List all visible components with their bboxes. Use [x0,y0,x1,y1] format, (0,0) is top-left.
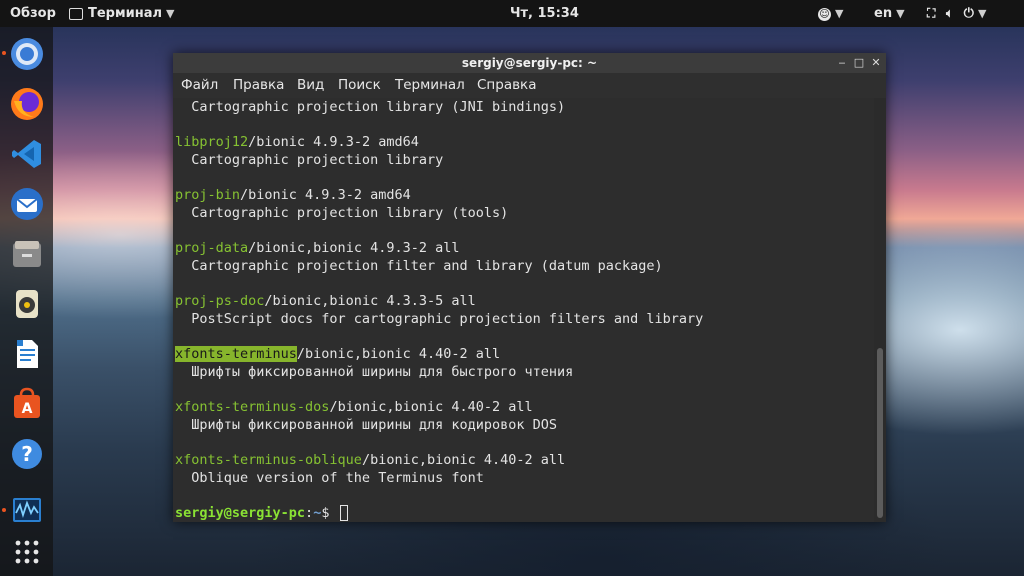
chevron-down-icon: ▼ [835,7,844,20]
menu-edit[interactable]: Правка [233,77,284,94]
writer-icon[interactable] [8,335,46,373]
output-line: Cartographic projection filter and libra… [175,258,663,274]
output-line: PostScript docs for cartographic project… [175,311,704,327]
firefox-icon[interactable] [8,85,46,123]
maximize-icon[interactable]: □ [852,53,866,73]
close-icon[interactable]: ✕ [869,53,883,73]
menu-search[interactable]: Поиск [338,77,381,94]
svg-text:A: A [22,401,33,417]
app-menu[interactable]: Терминал ▼ [69,6,174,21]
clock[interactable]: Чт, 15:34 [510,6,579,21]
output-line: Oblique version of the Terminus font [175,470,484,486]
help-icon[interactable]: ? [8,435,46,473]
package-name-highlighted: xfonts-terminus [175,346,297,362]
minimize-icon[interactable]: ‒ [835,53,849,73]
package-name: libproj12 [175,134,249,150]
package-name: proj-bin [175,187,241,203]
accessibility-icon: ☺ [818,8,831,21]
scrollbar-thumb[interactable] [877,348,883,518]
window-title: sergiy@sergiy-pc: ~ [461,56,598,70]
menu-terminal[interactable]: Терминал [395,77,465,94]
terminal-output[interactable]: Cartographic projection library (JNI bin… [173,98,874,522]
menu-view[interactable]: Вид [297,77,324,94]
prompt-symbol: $ [321,505,330,521]
output-line: libproj12/bionic 4.9.3-2 amd64 [175,134,419,150]
terminal-app-icon [69,7,83,20]
package-name: xfonts-terminus-dos [175,399,330,415]
chromium-icon[interactable] [8,35,46,73]
chevron-down-icon: ▼ [896,7,905,20]
menu-help[interactable]: Справка [477,77,536,94]
menu-file[interactable]: Файл [181,77,218,94]
top-bar: Обзор Терминал ▼ Чт, 15:34 ☺ ▼ en ▼ ⛶ 🔈︎ ⏻ ▼ [0,0,1024,27]
output-line: xfonts-terminus/bionic,bionic 4.40-2 all [175,346,501,362]
output-line: xfonts-terminus-oblique/bionic,bionic 4.… [175,452,566,468]
files-icon[interactable] [8,235,46,273]
package-name: proj-ps-doc [175,293,265,309]
output-line: Cartographic projection library (tools) [175,205,509,221]
prompt-user: sergiy@sergiy-pc [175,505,306,521]
vscode-icon[interactable] [8,135,46,173]
scrollbar[interactable] [874,98,886,522]
package-name: xfonts-terminus-oblique [175,452,362,468]
accessibility-menu[interactable]: ☺ ▼ [818,6,843,21]
output-line: Шрифты фиксированной ширины для быстрого… [175,364,574,380]
output-line: Cartographic projection library (JNI bin… [175,99,566,115]
running-indicator [2,51,6,55]
prompt-line[interactable]: sergiy@sergiy-pc:~$ [175,505,348,522]
show-apps-icon[interactable] [8,533,46,571]
output-line: Шрифты фиксированной ширины для кодирово… [175,417,558,433]
running-indicator [2,508,6,512]
svg-text:?: ? [21,442,33,466]
app-menu-label: Терминал [88,6,163,21]
language-label: en [874,6,893,21]
terminal-window: sergiy@sergiy-pc: ~ ‒ □ ✕ Файл Правка Ви… [173,53,886,522]
rhythmbox-icon[interactable] [8,285,46,323]
network-icon: ⛶ [927,6,936,20]
software-center-icon[interactable]: A [8,385,46,423]
dock: A ? [0,27,53,576]
chevron-down-icon: ▼ [166,7,175,20]
language-menu[interactable]: en ▼ [874,6,905,21]
output-line: Cartographic projection library [175,152,444,168]
menu-bar: Файл Правка Вид Поиск Терминал Справка [173,73,886,98]
output-line: proj-data/bionic,bionic 4.9.3-2 all [175,240,460,256]
package-name: proj-data [175,240,249,256]
output-line: proj-ps-doc/bionic,bionic 4.3.3-5 all [175,293,476,309]
output-line: xfonts-terminus-dos/bionic,bionic 4.40-2… [175,399,533,415]
window-titlebar[interactable]: sergiy@sergiy-pc: ~ ‒ □ ✕ [173,53,886,73]
prompt-separator: : [305,505,314,521]
system-menu[interactable]: ⛶ 🔈︎ ⏻ ▼ [927,6,986,21]
text-cursor [339,505,348,521]
chevron-down-icon: ▼ [977,7,987,20]
output-line: proj-bin/bionic 4.9.3-2 amd64 [175,187,411,203]
thunderbird-icon[interactable] [8,185,46,223]
activities-button[interactable]: Обзор [10,6,56,21]
system-monitor-icon[interactable] [8,491,46,529]
volume-icon: 🔈︎ [945,6,954,20]
power-icon: ⏻ [963,6,974,21]
